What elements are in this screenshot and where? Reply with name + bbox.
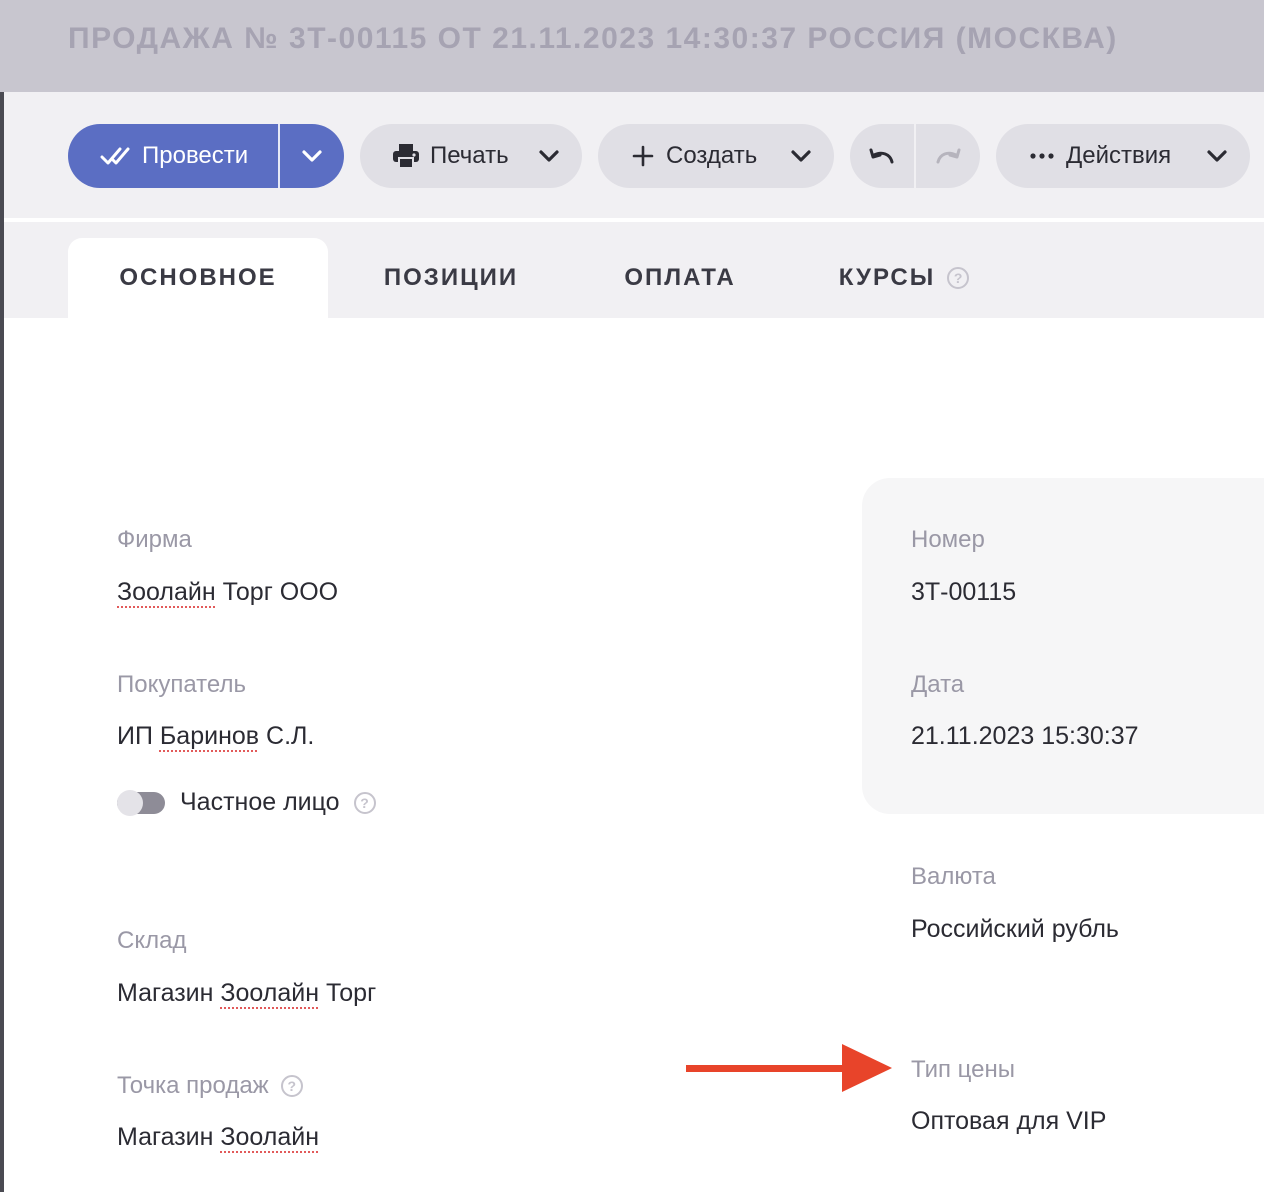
point-of-sale-value-part: Зоолайн xyxy=(220,1123,320,1151)
printer-icon xyxy=(393,144,419,169)
chevron-down-icon xyxy=(302,150,322,162)
price-type-label: Тип цены xyxy=(911,1056,1016,1083)
chevron-down-icon xyxy=(1207,150,1227,162)
point-of-sale-label-row: Точка продаж ? xyxy=(117,1072,303,1100)
warehouse-value-part: Магазин xyxy=(117,979,221,1007)
undo-button[interactable] xyxy=(850,124,914,188)
buyer-field[interactable]: ИП Баринов С.Л. xyxy=(117,722,314,751)
help-icon[interactable]: ? xyxy=(280,1075,303,1097)
private-person-label: Частное лицо xyxy=(180,788,340,816)
warehouse-value-part: Торг xyxy=(319,979,377,1007)
chevron-down-icon xyxy=(791,150,811,162)
print-button[interactable]: Печать xyxy=(360,124,582,188)
point-of-sale-field[interactable]: Магазин Зоолайн xyxy=(117,1123,319,1152)
currency-label: Валюта xyxy=(911,863,996,890)
tab-label: ОПЛАТА xyxy=(624,264,736,291)
warehouse-label: Склад xyxy=(117,927,187,954)
price-type-field[interactable]: Оптовая для VIP xyxy=(911,1107,1106,1136)
tab-positions[interactable]: ПОЗИЦИИ xyxy=(344,238,558,318)
actions-button-label: Действия xyxy=(1066,142,1172,169)
undo-icon xyxy=(869,148,894,164)
create-button[interactable]: Создать xyxy=(598,124,834,188)
firm-field[interactable]: Зоолайн Торг ООО xyxy=(117,578,338,607)
warehouse-value-part: Зоолайн xyxy=(220,979,320,1007)
title-bar: ПРОДАЖА № 3Т-00115 ОТ 21.11.2023 14:30:3… xyxy=(0,0,1264,92)
post-dropdown-button[interactable] xyxy=(280,124,344,188)
divider xyxy=(278,124,280,188)
post-button[interactable]: Провести xyxy=(68,124,278,188)
buyer-value-part: С.Л. xyxy=(259,722,315,750)
point-of-sale-label: Точка продаж xyxy=(117,1072,269,1099)
tab-payment[interactable]: ОПЛАТА xyxy=(578,238,782,318)
actions-button[interactable]: Действия xyxy=(996,124,1250,188)
private-person-label-row: Частное лицо ? xyxy=(180,788,376,817)
tab-label: ПОЗИЦИИ xyxy=(383,264,519,291)
create-button-label: Создать xyxy=(666,142,758,169)
help-icon[interactable]: ? xyxy=(947,267,970,289)
redo-button[interactable] xyxy=(916,124,980,188)
more-dots-icon xyxy=(1030,153,1054,159)
private-person-toggle[interactable] xyxy=(117,790,165,816)
toggle-knob xyxy=(117,790,143,816)
tab-label: КУРСЫ xyxy=(838,264,936,291)
currency-field[interactable]: Российский рубль xyxy=(911,915,1119,944)
help-icon[interactable]: ? xyxy=(353,791,376,814)
buyer-label: Покупатель xyxy=(117,671,246,698)
undo-redo-group xyxy=(850,124,980,188)
buyer-value-part: Баринов xyxy=(159,722,260,750)
number-field[interactable]: 3Т-00115 xyxy=(911,578,1016,607)
redo-icon xyxy=(936,148,961,164)
print-button-label: Печать xyxy=(430,142,509,169)
firm-value-part: Торг ООО xyxy=(215,578,339,606)
firm-label: Фирма xyxy=(117,526,192,553)
chevron-down-icon xyxy=(539,150,559,162)
annotation-arrow-icon xyxy=(686,1044,892,1092)
plus-icon xyxy=(632,145,654,167)
toolbar: Провести Печать Создать Действия xyxy=(4,92,1264,220)
date-label: Дата xyxy=(911,671,965,698)
post-split-button: Провести xyxy=(68,124,344,188)
warehouse-field[interactable]: Магазин Зоолайн Торг xyxy=(117,979,376,1008)
document-title: ПРОДАЖА № 3Т-00115 ОТ 21.11.2023 14:30:3… xyxy=(68,22,1118,55)
double-check-icon xyxy=(100,147,130,165)
buyer-value-part: ИП xyxy=(117,722,160,750)
tab-bar: ОСНОВНОЕ ПОЗИЦИИ ОПЛАТА КУРСЫ ? xyxy=(4,222,1264,318)
tab-label: ОСНОВНОЕ xyxy=(119,264,277,291)
firm-value-part: Зоолайн xyxy=(117,578,216,606)
post-button-label: Провести xyxy=(142,142,249,169)
tab-main[interactable]: ОСНОВНОЕ xyxy=(68,238,328,318)
date-field[interactable]: 21.11.2023 15:30:37 xyxy=(911,722,1139,751)
number-label: Номер xyxy=(911,526,985,553)
tab-rates[interactable]: КУРСЫ ? xyxy=(804,238,1004,318)
point-of-sale-value-part: Магазин xyxy=(117,1123,221,1151)
